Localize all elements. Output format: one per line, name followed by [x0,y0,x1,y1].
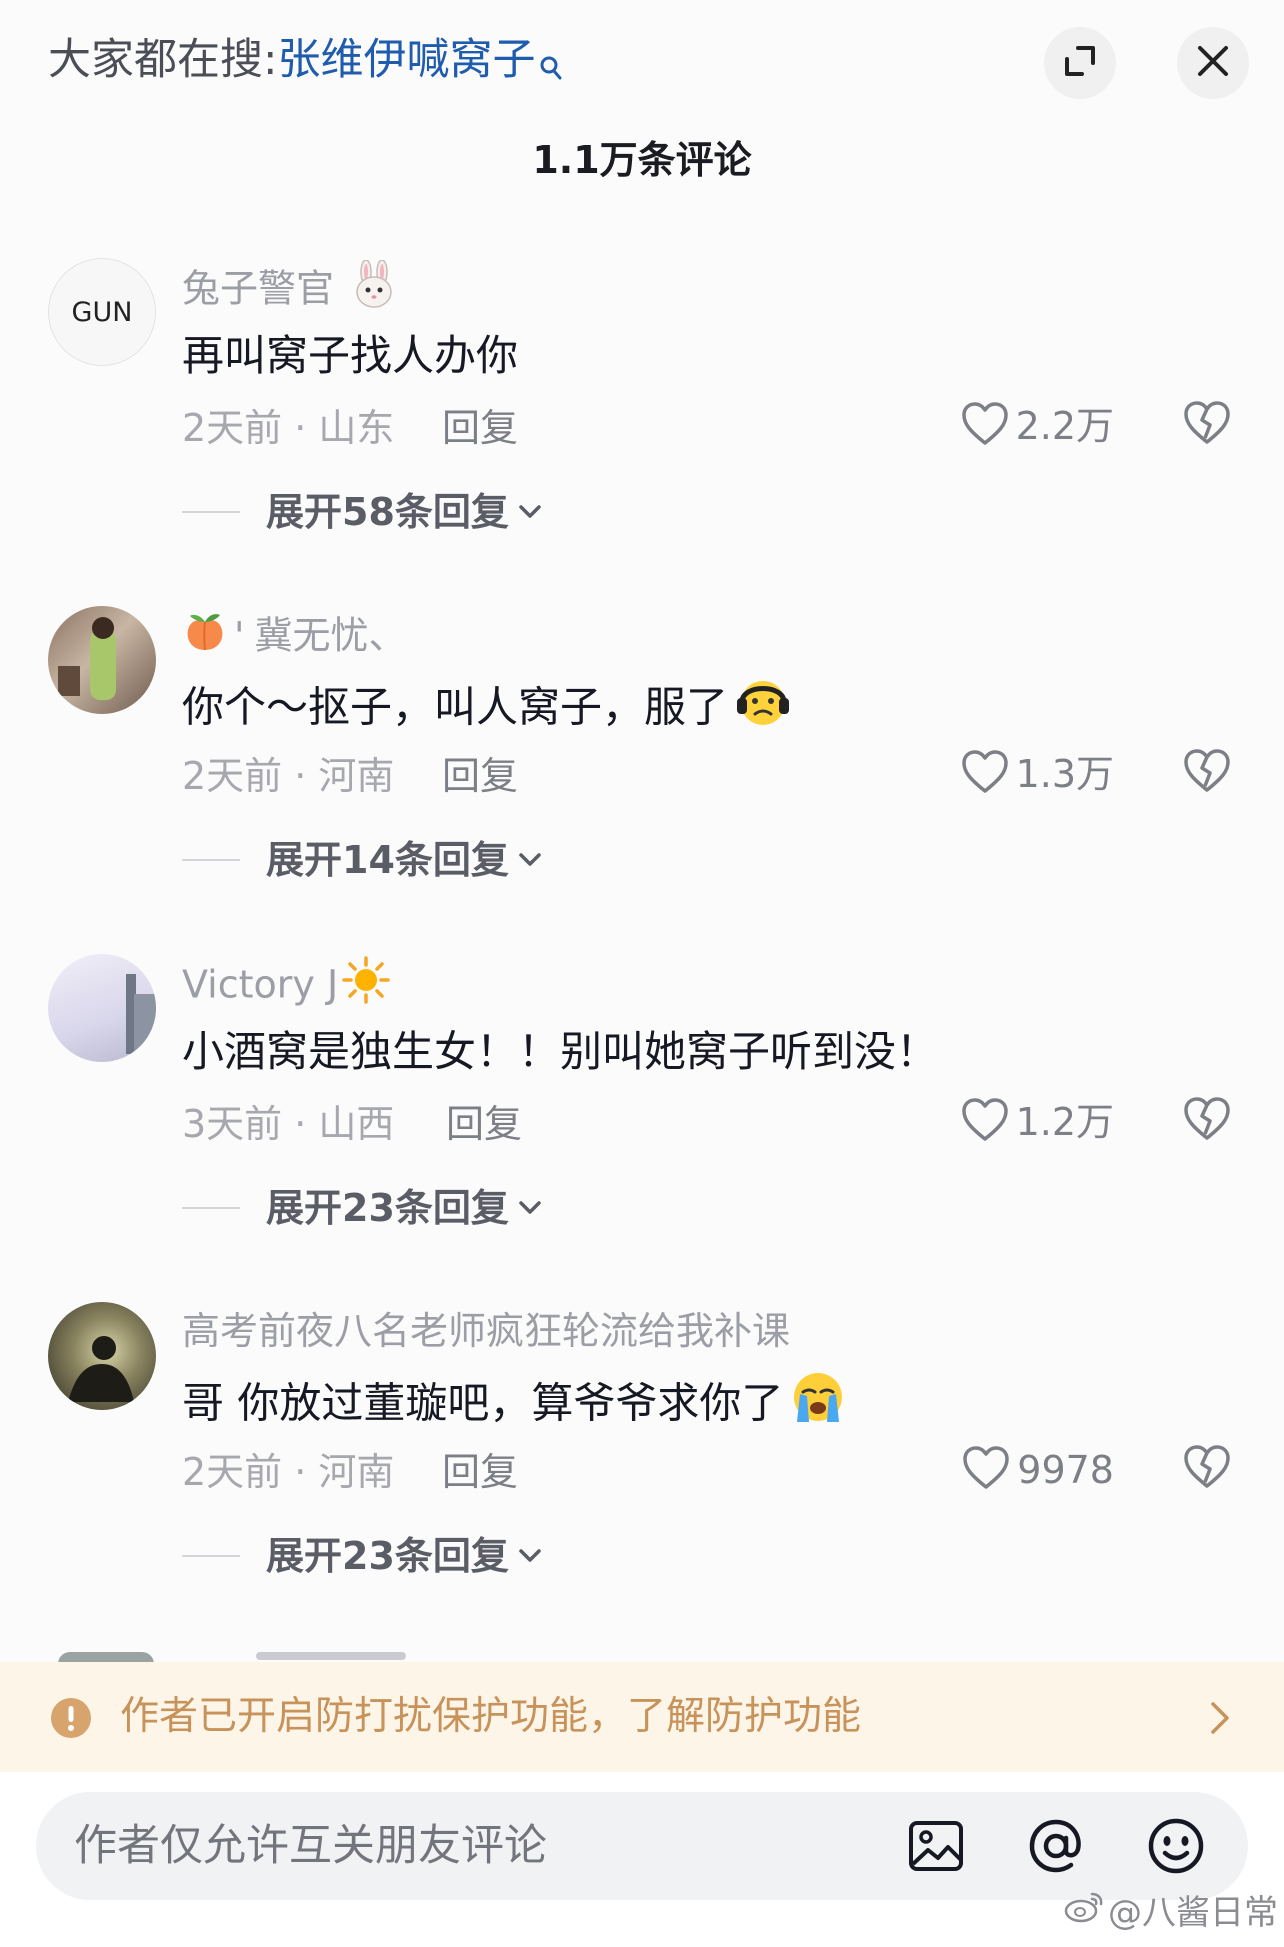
comment-text-content: 你个～抠子，叫人窝子，服了 [182,682,729,732]
heart-icon [960,401,1010,451]
comment-item: 高考前夜八名老师疯狂轮流给我补课 哥 你放过董璇吧，算爷爷求你了 2天前 · 河… [0,1302,1284,1622]
reply-button[interactable]: 回复 [442,400,518,456]
username [256,1652,406,1660]
expand-replies-button[interactable]: 展开23条回复 [182,1528,543,1584]
username-text: Victory J [182,962,339,1007]
username[interactable]: 高考前夜八名老师疯狂轮流给我补课 [182,1304,790,1358]
reply-button[interactable]: 回复 [442,748,518,804]
heart-icon [961,1445,1011,1495]
username-prefix: ' [234,613,245,658]
divider [182,859,240,861]
avatar[interactable] [48,1302,156,1410]
comment-count-title: 1.1万条评论 [532,138,752,182]
watermark: @八酱日常 [1064,1890,1278,1935]
username[interactable]: Victory J [182,956,390,1018]
divider [182,1555,240,1557]
expand-replies-button[interactable]: 展开58条回复 [182,484,543,540]
like-count: 9978 [1017,1448,1114,1492]
comment-text: 你个～抠子，叫人窝子，服了 [182,672,792,748]
comment-meta: 2天前 · 河南 [182,754,395,798]
top-bar: 大家都在搜:张维伊喊窝子 [0,0,1284,120]
comment-meta: 3天前 · 山西 [182,1102,395,1146]
dislike-button[interactable] [1182,1444,1232,1494]
like-count: 1.2万 [1015,1100,1114,1144]
broken-heart-icon [1182,749,1232,798]
avatar[interactable] [48,606,156,714]
chevron-right-icon [1208,1700,1232,1740]
expand-replies-text: 展开23条回复 [266,1534,509,1578]
comment-meta: 2天前 · 河南 [182,1450,395,1494]
chevron-down-icon [517,851,543,873]
comment-text-content: 哥 你放过董璇吧，算爷爷求你了 [182,1378,784,1428]
like-button[interactable]: 1.2万 [960,1094,1114,1150]
like-count: 2.2万 [1015,404,1114,448]
divider [182,511,240,513]
chevron-down-icon [517,503,543,525]
rabbit-emoji-icon [352,259,396,322]
broken-heart-icon [1182,1445,1232,1494]
fullscreen-button[interactable] [1044,27,1116,99]
comment-text: 再叫窝子找人办你 [182,331,519,380]
close-icon [1195,43,1231,83]
broken-heart-icon [1182,1097,1232,1146]
divider [182,1207,240,1209]
mention-icon[interactable] [1026,1816,1086,1876]
username[interactable]: ' 冀无忧、 [182,608,406,668]
expand-replies-text: 展开58条回复 [266,490,509,534]
expand-replies-text: 展开14条回复 [266,838,509,882]
username-text: 兔子警官 [182,266,335,311]
headphone-face-emoji-icon [734,672,792,748]
like-button[interactable]: 1.3万 [960,746,1114,802]
like-button[interactable]: 2.2万 [960,398,1114,454]
avatar[interactable] [48,954,156,1062]
heart-icon [960,1097,1010,1147]
expand-replies-text: 展开23条回复 [266,1186,509,1230]
warning-icon [50,1697,92,1743]
comment-text: 哥 你放过董璇吧，算爷爷求你了 [182,1368,847,1444]
comment-input[interactable]: 作者仅允许互关朋友评论 [36,1792,1248,1900]
comment-text: 小酒窝是独生女！！别叫她窝子听到没！ [182,1027,939,1076]
chevron-down-icon [517,1199,543,1221]
close-button[interactable] [1177,27,1249,99]
emoji-icon[interactable] [1146,1816,1206,1876]
username-text: 冀无忧、 [254,613,407,658]
dislike-button[interactable] [1182,748,1232,798]
username[interactable]: 兔子警官 [182,259,396,322]
avatar-logo-text: GUN [71,296,133,328]
dislike-button[interactable] [1182,1096,1232,1146]
chevron-down-icon [517,1547,543,1569]
crying-face-emoji-icon [789,1368,847,1444]
heart-icon [960,749,1010,799]
comment-item: Victory J 小酒窝是独生女！！别叫她窝子听到没！ 3天前 · 山西 回复… [0,954,1284,1274]
trending-search-prefix: 大家都在搜: [48,35,278,85]
search-icon [540,38,562,98]
reply-button[interactable]: 回复 [442,1444,518,1500]
watermark-text: @八酱日常 [1108,1892,1278,1933]
sun-emoji-icon [342,956,390,1018]
like-count: 1.3万 [1015,752,1114,796]
fullscreen-icon [1062,43,1098,83]
broken-heart-icon [1182,401,1232,450]
peach-emoji-icon [182,608,228,668]
comment-meta: 2天前 · 山东 [182,406,395,450]
comment-item: GUN 兔子警官 再叫窝子找人办你 2天前 · 山东 回复 2.2万 展开58条… [0,258,1284,578]
protection-banner-text: 作者已开启防打扰保护功能，了解防护功能 [120,1694,862,1739]
reply-button[interactable]: 回复 [446,1096,522,1152]
protection-banner[interactable]: 作者已开启防打扰保护功能，了解防护功能 [0,1662,1284,1772]
comment-item: ' 冀无忧、 你个～抠子，叫人窝子，服了 2天前 · 河南 回复 1.3万 展开1… [0,606,1284,926]
image-icon[interactable] [906,1816,966,1876]
expand-replies-button[interactable]: 展开14条回复 [182,832,543,888]
comment-input-placeholder: 作者仅允许互关朋友评论 [74,1821,547,1871]
trending-search[interactable]: 大家都在搜:张维伊喊窝子 [48,30,562,98]
like-button[interactable]: 9978 [961,1442,1114,1498]
weibo-logo-icon [1064,1890,1104,1935]
trending-search-term[interactable]: 张维伊喊窝子 [278,35,536,85]
dislike-button[interactable] [1182,400,1232,450]
expand-replies-button[interactable]: 展开23条回复 [182,1180,543,1236]
avatar[interactable]: GUN [48,258,156,366]
